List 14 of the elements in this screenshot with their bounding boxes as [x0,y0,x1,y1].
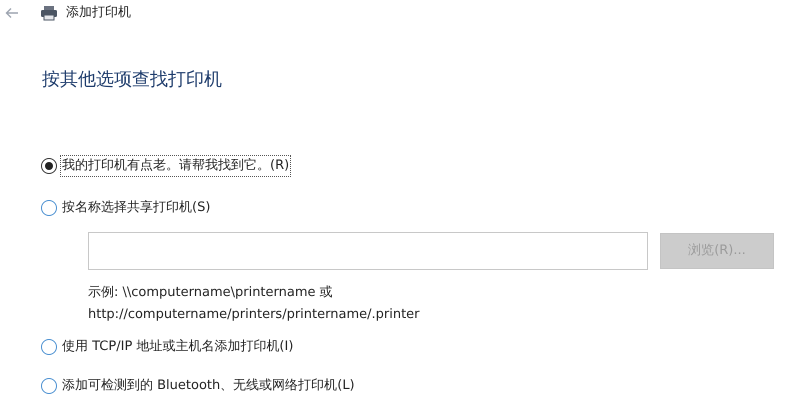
printer-icon [40,5,58,21]
window-title: 添加打印机 [66,4,131,22]
path-input-field[interactable] [88,232,648,270]
radio-button[interactable] [41,378,57,394]
option-label[interactable]: 使用 TCP/IP 地址或主机名添加打印机(I) [60,336,296,358]
radio-button[interactable] [41,158,57,174]
example-text: 示例: \\computername\printername 或 [88,284,333,302]
option-label[interactable]: 添加可检测到的 Bluetooth、无线或网络打印机(L) [60,375,357,397]
option-label[interactable]: 我的打印机有点老。请帮我找到它。(R) [60,155,292,177]
example-text: http://computername/printers/printername/.printer [88,306,420,324]
option-label[interactable]: 按名称选择共享打印机(S) [60,197,212,219]
radio-button[interactable] [41,339,57,355]
radio-button[interactable] [41,200,57,216]
page-heading: 按其他选项查找打印机 [42,68,222,92]
